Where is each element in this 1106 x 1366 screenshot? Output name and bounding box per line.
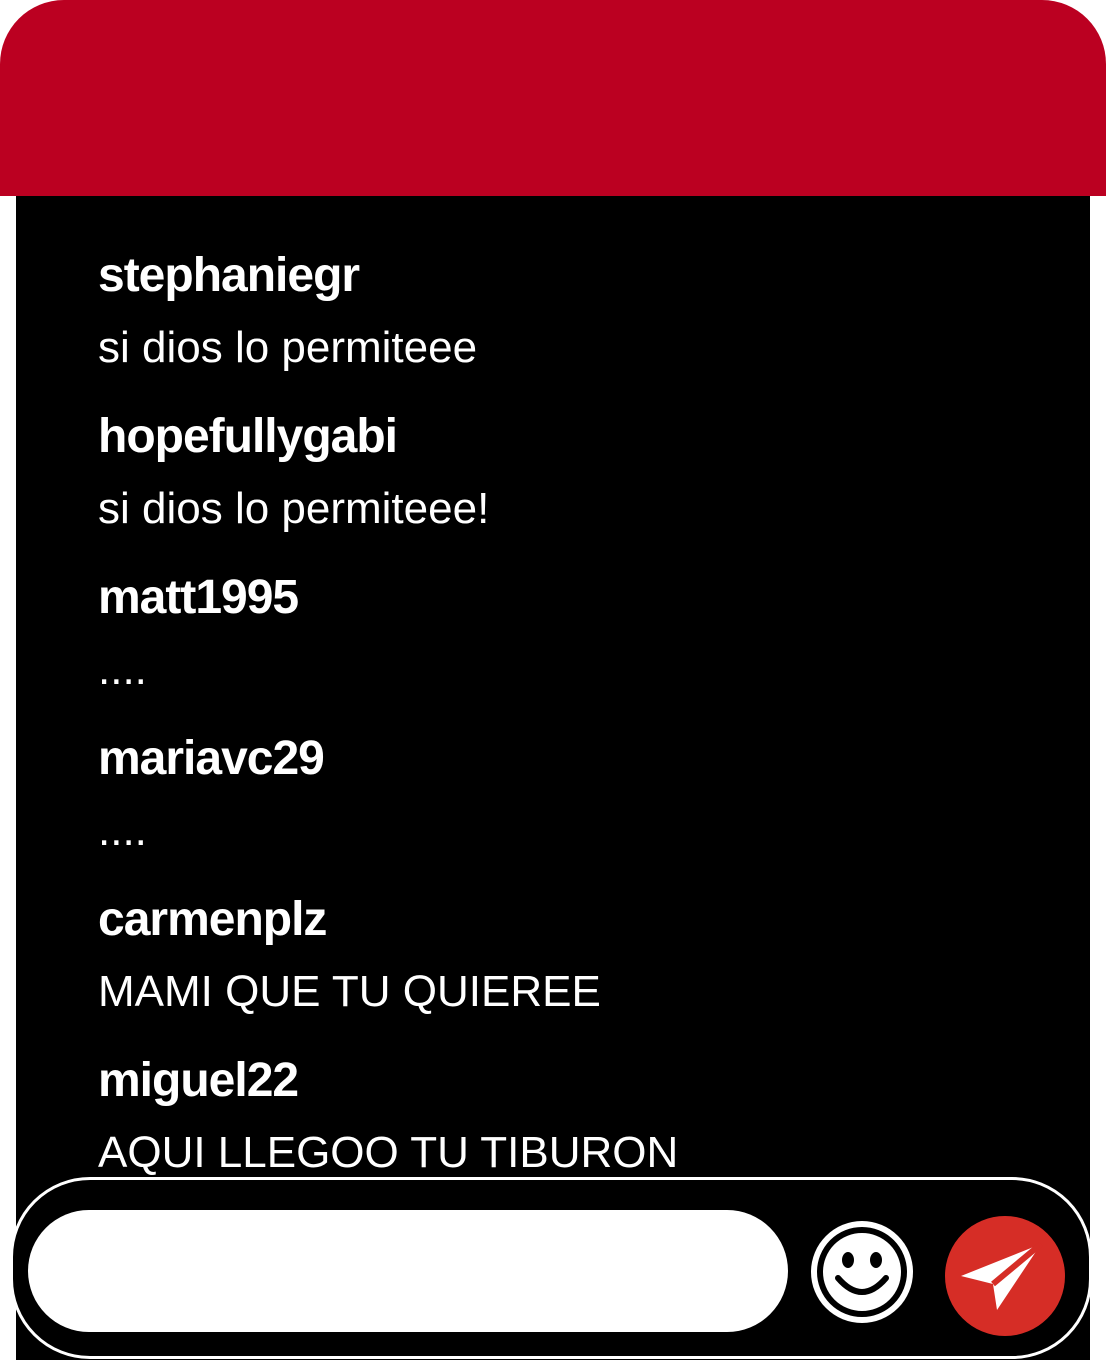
message-username[interactable]: carmenplz (98, 884, 1058, 956)
message-username[interactable]: stephaniegr (98, 240, 1058, 312)
message-username[interactable]: miguel22 (98, 1045, 1058, 1117)
message-input[interactable] (28, 1210, 788, 1332)
emoji-button[interactable] (808, 1218, 916, 1326)
message-item: carmenplz MAMI QUE TU QUIEREE (98, 884, 1058, 1028)
message-username[interactable]: matt1995 (98, 562, 1058, 634)
message-text: si dios lo permiteee (98, 323, 478, 372)
message-item: matt1995 .... (98, 562, 1058, 706)
message-item: stephaniegr si dios lo permiteee (98, 240, 1058, 384)
message-text: .... (98, 645, 147, 694)
message-text: .... (98, 806, 147, 855)
send-button[interactable] (943, 1214, 1067, 1338)
message-username[interactable]: hopefullygabi (98, 401, 1058, 473)
message-list: stephaniegr si dios lo permiteee hopeful… (98, 240, 1058, 1189)
message-item: hopefullygabi si dios lo permiteee! (98, 401, 1058, 545)
chat-header (0, 0, 1106, 196)
message-text: si dios lo permiteee! (98, 484, 490, 533)
message-text: MAMI QUE TU QUIEREE (98, 967, 601, 1016)
message-username[interactable]: mariavc29 (98, 723, 1058, 795)
message-item: mariavc29 .... (98, 723, 1058, 867)
message-item: miguel22 AQUI LLEGOO TU TIBURON (98, 1045, 1058, 1189)
paper-plane-icon (945, 1216, 1065, 1336)
smiley-face-icon (811, 1221, 913, 1323)
